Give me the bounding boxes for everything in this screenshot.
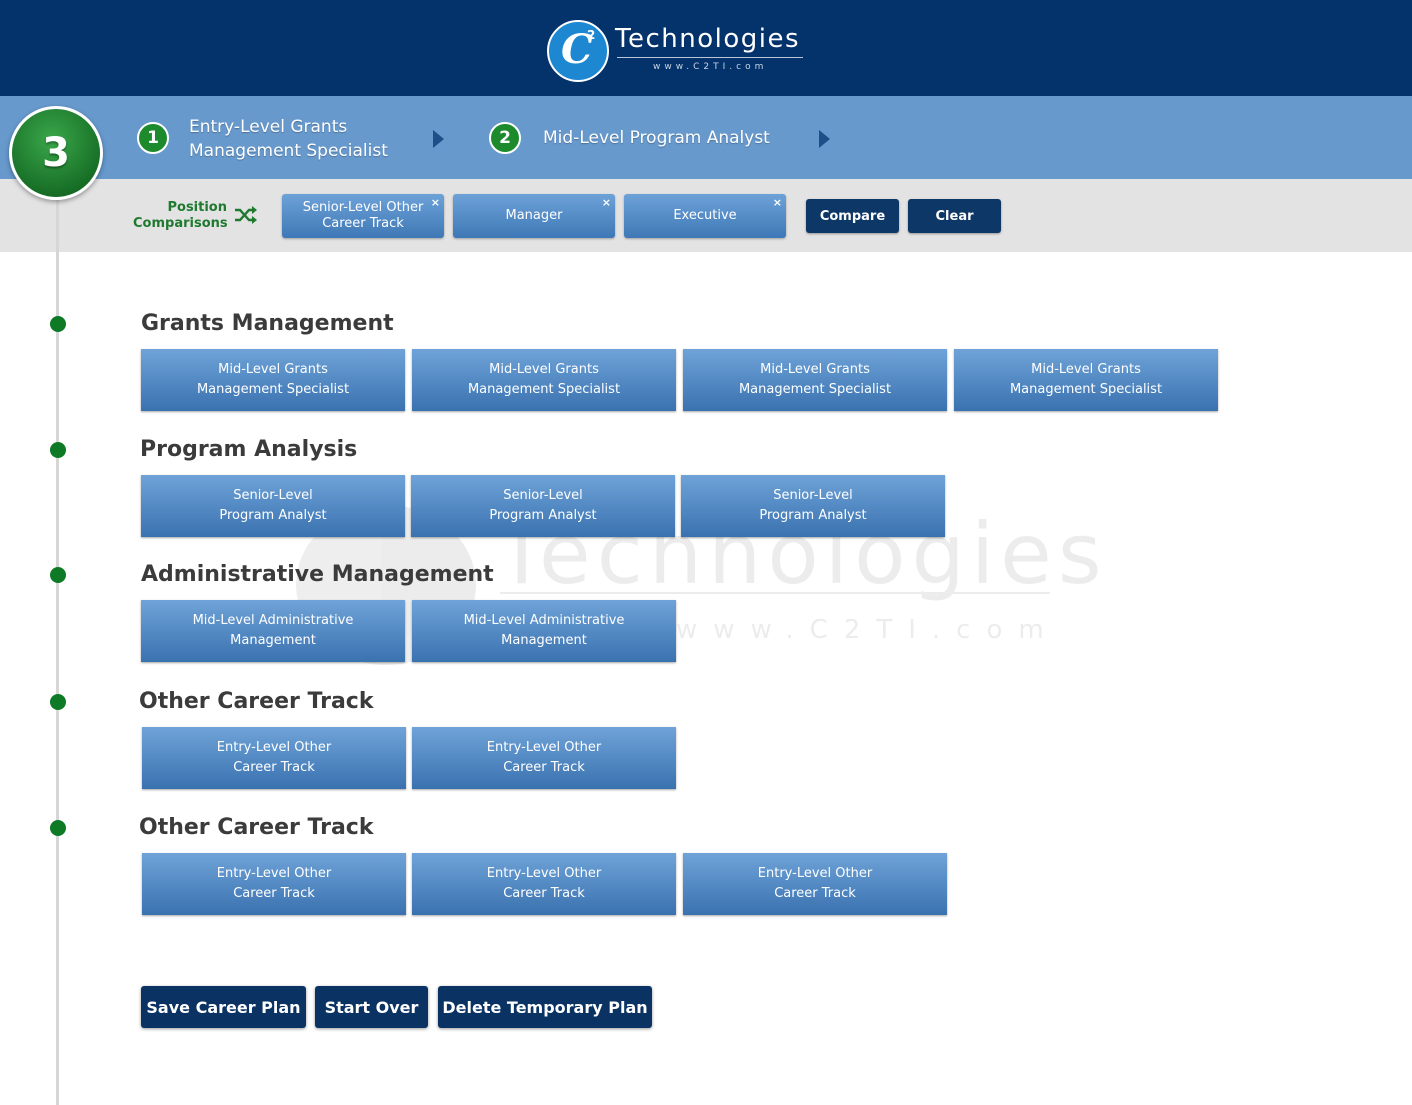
app-header: C 2 Technologies www.C2TI.com (0, 0, 1412, 96)
comparison-chip-label: Manager (505, 208, 563, 223)
position-tile[interactable]: Senior-Level Program Analyst (141, 475, 405, 537)
compare-button[interactable]: Compare (806, 199, 899, 233)
section-title: Administrative Management (141, 562, 494, 587)
position-comparisons-label: Position Comparisons (133, 200, 228, 231)
logo-mark-superscript: 2 (587, 28, 596, 42)
position-tile[interactable]: Entry-Level Other Career Track (683, 853, 947, 915)
section-title: Other Career Track (139, 689, 374, 714)
shuffle-icon (235, 206, 257, 224)
position-tile[interactable]: Mid-Level Grants Management Specialist (683, 349, 947, 411)
position-tile[interactable]: Mid-Level Administrative Management (412, 600, 676, 662)
position-tile[interactable]: Mid-Level Grants Management Specialist (141, 349, 405, 411)
watermark-divider (500, 592, 1050, 594)
position-tile[interactable]: Entry-Level Other Career Track (412, 727, 676, 789)
step-1-label[interactable]: Entry-Level Grants Management Specialist (189, 115, 388, 163)
start-over-button[interactable]: Start Over (315, 986, 428, 1028)
position-tile[interactable]: Entry-Level Other Career Track (142, 727, 406, 789)
close-icon[interactable]: × (773, 195, 782, 211)
timeline-dot (50, 442, 66, 458)
position-tile[interactable]: Senior-Level Program Analyst (681, 475, 945, 537)
step-number-badge: 2 (489, 122, 521, 154)
clear-button[interactable]: Clear (908, 199, 1001, 233)
position-tile[interactable]: Senior-Level Program Analyst (411, 475, 675, 537)
watermark-url: www.C2TI.com (676, 615, 1060, 645)
chevron-right-icon (819, 130, 830, 148)
comparison-chip[interactable]: Executive × (624, 194, 786, 238)
section-title: Program Analysis (140, 437, 358, 462)
comparison-chip-label: Senior-Level Other Career Track (302, 200, 424, 231)
timeline-dot (50, 820, 66, 836)
comparison-chip-label: Executive (673, 208, 737, 223)
position-tile[interactable]: Mid-Level Grants Management Specialist (954, 349, 1218, 411)
close-icon[interactable]: × (602, 195, 611, 211)
timeline-dot (50, 316, 66, 332)
current-step-badge: 3 (9, 106, 103, 200)
comparison-chip[interactable]: Manager × (453, 194, 615, 238)
logo-wordmark: Technologies (615, 24, 801, 54)
logo-divider (617, 57, 803, 58)
position-tile[interactable]: Mid-Level Grants Management Specialist (412, 349, 676, 411)
section-title: Other Career Track (139, 815, 374, 840)
step-2-label[interactable]: Mid-Level Program Analyst (543, 126, 770, 150)
company-logo[interactable]: C 2 Technologies www.C2TI.com (547, 20, 807, 82)
chevron-right-icon (433, 130, 444, 148)
step-number-badge: 1 (137, 122, 169, 154)
delete-temporary-plan-button[interactable]: Delete Temporary Plan (438, 986, 652, 1028)
logo-mark-icon: C 2 (547, 20, 609, 82)
logo-url: www.C2TI.com (653, 62, 768, 72)
timeline-dot (50, 694, 66, 710)
position-tile[interactable]: Entry-Level Other Career Track (412, 853, 676, 915)
timeline-line (56, 200, 59, 1105)
save-career-plan-button[interactable]: Save Career Plan (141, 986, 306, 1028)
position-tile[interactable]: Entry-Level Other Career Track (142, 853, 406, 915)
close-icon[interactable]: × (431, 195, 440, 211)
position-tile[interactable]: Mid-Level Administrative Management (141, 600, 405, 662)
section-title: Grants Management (141, 311, 394, 336)
comparison-chip[interactable]: Senior-Level Other Career Track × (282, 194, 444, 238)
timeline-dot (50, 567, 66, 583)
